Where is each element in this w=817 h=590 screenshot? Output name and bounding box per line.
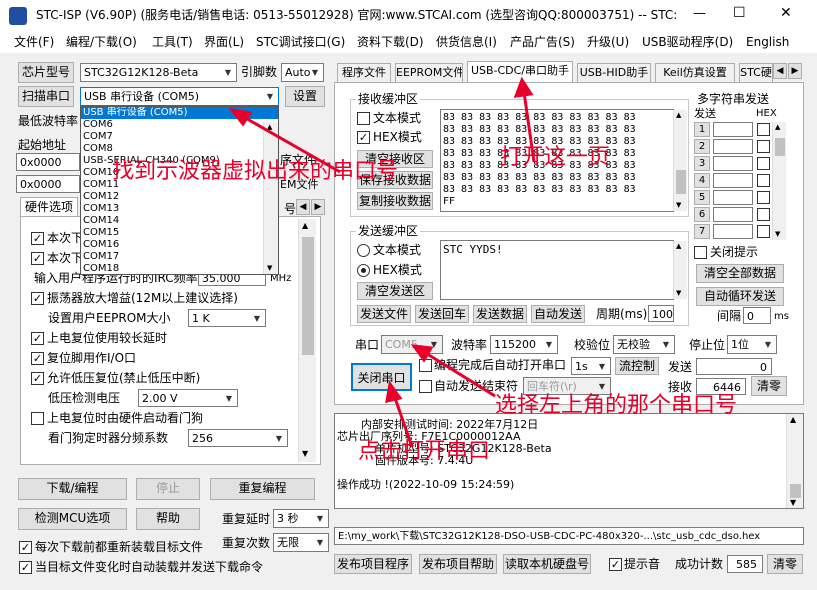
arrow-to-port-select [423, 350, 496, 398]
annotation-select-port: 选择左上角的那个串口号 [495, 393, 738, 418]
arrowhead [513, 76, 534, 98]
annotation-arrows [228, 76, 536, 448]
arrowhead [385, 380, 403, 403]
annotation-open-page: 打开这一页 [500, 145, 611, 170]
annotation-click-open: 点击打开串口 [358, 439, 491, 464]
arrowhead [410, 344, 434, 363]
arrowhead [228, 107, 253, 127]
annotation-find-port: 找到示波器虚拟出来的串口号 [112, 159, 399, 184]
